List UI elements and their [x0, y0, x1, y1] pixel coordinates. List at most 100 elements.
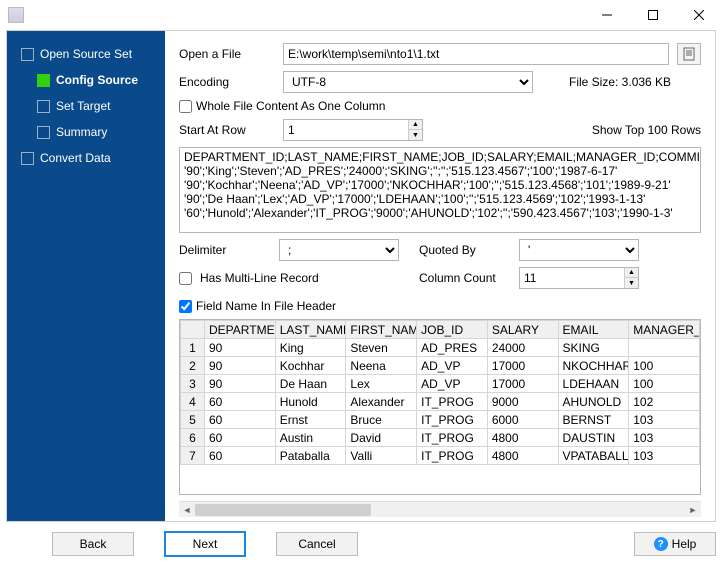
table-cell[interactable]: IT_PROG [417, 411, 488, 429]
table-row[interactable]: 290KochharNeenaAD_VP17000NKOCHHAR100 [181, 357, 700, 375]
spin-up-icon[interactable]: ▲ [624, 268, 638, 278]
sidebar-item-label: Set Target [56, 99, 110, 113]
table-cell[interactable]: 100 [629, 357, 700, 375]
encoding-select[interactable]: UTF-8 [283, 71, 533, 93]
table-cell[interactable]: DAUSTIN [558, 429, 629, 447]
step-box-icon [37, 126, 50, 139]
file-preview-textarea[interactable]: DEPARTMENT_ID;LAST_NAME;FIRST_NAME;JOB_I… [179, 147, 701, 233]
data-grid[interactable]: DEPARTMENT_IDLAST_NAMEFIRST_NAMEJOB_IDSA… [179, 319, 701, 495]
scroll-left-icon[interactable]: ◄ [179, 502, 195, 518]
table-cell[interactable]: 60 [205, 393, 276, 411]
table-cell[interactable]: AD_VP [417, 357, 488, 375]
table-cell[interactable]: SKING [558, 339, 629, 357]
whole-file-checkbox[interactable] [179, 100, 192, 113]
table-row[interactable]: 760PataballaValliIT_PROG4800VPATABALLA10… [181, 447, 700, 465]
cancel-button[interactable]: Cancel [276, 532, 358, 556]
table-cell[interactable]: De Haan [275, 375, 346, 393]
table-cell[interactable]: LDEHAAN [558, 375, 629, 393]
table-cell[interactable]: 4800 [487, 447, 558, 465]
table-cell[interactable]: Steven [346, 339, 417, 357]
browse-button[interactable] [677, 43, 701, 65]
sidebar-item-convert-data[interactable]: Convert Data [7, 145, 165, 171]
sidebar-item-set-target[interactable]: Set Target [7, 93, 165, 119]
column-count-input[interactable] [519, 267, 639, 289]
table-cell[interactable]: IT_PROG [417, 429, 488, 447]
table-cell[interactable]: 17000 [487, 357, 558, 375]
table-cell[interactable]: Bruce [346, 411, 417, 429]
table-cell[interactable]: 103 [629, 429, 700, 447]
help-button[interactable]: ? Help [634, 532, 716, 556]
table-cell[interactable]: VPATABALLA [558, 447, 629, 465]
table-cell[interactable]: IT_PROG [417, 447, 488, 465]
sidebar-item-summary[interactable]: Summary [7, 119, 165, 145]
column-header[interactable]: SALARY [487, 321, 558, 339]
titlebar[interactable] [0, 0, 722, 30]
table-cell[interactable]: 60 [205, 411, 276, 429]
table-cell[interactable]: Alexander [346, 393, 417, 411]
column-header[interactable]: DEPARTMENT_ID [205, 321, 276, 339]
table-cell[interactable] [629, 339, 700, 357]
table-cell[interactable]: Austin [275, 429, 346, 447]
table-cell[interactable]: 60 [205, 429, 276, 447]
table-cell[interactable]: 4800 [487, 429, 558, 447]
start-row-input[interactable] [283, 119, 423, 141]
table-cell[interactable]: AD_PRES [417, 339, 488, 357]
table-cell[interactable]: 90 [205, 357, 276, 375]
minimize-button[interactable] [584, 0, 630, 30]
table-cell[interactable]: BERNST [558, 411, 629, 429]
sidebar-item-open-source-set[interactable]: Open Source Set [7, 41, 165, 67]
table-cell[interactable]: AHUNOLD [558, 393, 629, 411]
table-cell[interactable]: 17000 [487, 375, 558, 393]
table-cell[interactable]: AD_VP [417, 375, 488, 393]
table-cell[interactable]: Hunold [275, 393, 346, 411]
table-cell[interactable]: Pataballa [275, 447, 346, 465]
table-cell[interactable]: 6000 [487, 411, 558, 429]
header-checkbox[interactable] [179, 300, 192, 313]
table-cell[interactable]: 60 [205, 447, 276, 465]
table-cell[interactable]: David [346, 429, 417, 447]
scroll-right-icon[interactable]: ► [685, 502, 701, 518]
table-cell[interactable]: Neena [346, 357, 417, 375]
column-header[interactable]: EMAIL [558, 321, 629, 339]
horizontal-scrollbar[interactable]: ◄ ► [179, 501, 701, 517]
column-header[interactable]: FIRST_NAME [346, 321, 417, 339]
table-cell[interactable]: 100 [629, 375, 700, 393]
file-path-input[interactable] [283, 43, 669, 65]
spin-down-icon[interactable]: ▼ [408, 130, 422, 140]
table-cell[interactable]: 90 [205, 375, 276, 393]
table-cell[interactable]: 103 [629, 411, 700, 429]
table-cell[interactable]: Valli [346, 447, 417, 465]
table-cell[interactable]: Lex [346, 375, 417, 393]
table-row[interactable]: 390De HaanLexAD_VP17000LDEHAAN100 [181, 375, 700, 393]
table-row[interactable]: 190KingStevenAD_PRES24000SKING [181, 339, 700, 357]
table-cell[interactable]: 9000 [487, 393, 558, 411]
table-cell[interactable]: 103 [629, 447, 700, 465]
column-header[interactable]: LAST_NAME [275, 321, 346, 339]
column-header[interactable]: MANAGER_ID [629, 321, 700, 339]
table-cell[interactable]: 102 [629, 393, 700, 411]
spin-up-icon[interactable]: ▲ [408, 120, 422, 130]
table-cell[interactable]: Ernst [275, 411, 346, 429]
delimiter-select[interactable]: ; [279, 239, 399, 261]
close-button[interactable] [676, 0, 722, 30]
table-cell[interactable]: NKOCHHAR [558, 357, 629, 375]
table-cell[interactable]: 90 [205, 339, 276, 357]
table-cell[interactable]: King [275, 339, 346, 357]
quoted-by-select[interactable]: ' [519, 239, 639, 261]
multiline-checkbox[interactable] [179, 272, 192, 285]
next-button[interactable]: Next [164, 531, 246, 557]
start-row-label: Start At Row [179, 123, 275, 137]
back-button[interactable]: Back [52, 532, 134, 556]
column-count-label: Column Count [419, 271, 511, 285]
table-cell[interactable]: 24000 [487, 339, 558, 357]
maximize-button[interactable] [630, 0, 676, 30]
table-row[interactable]: 560ErnstBruceIT_PROG6000BERNST103 [181, 411, 700, 429]
table-row[interactable]: 460HunoldAlexanderIT_PROG9000AHUNOLD102 [181, 393, 700, 411]
spin-down-icon[interactable]: ▼ [624, 278, 638, 288]
table-cell[interactable]: Kochhar [275, 357, 346, 375]
whole-file-label: Whole File Content As One Column [196, 99, 385, 113]
table-cell[interactable]: IT_PROG [417, 393, 488, 411]
table-row[interactable]: 660AustinDavidIT_PROG4800DAUSTIN103 [181, 429, 700, 447]
column-header[interactable]: JOB_ID [417, 321, 488, 339]
sidebar-item-config-source[interactable]: Config Source [7, 67, 165, 93]
